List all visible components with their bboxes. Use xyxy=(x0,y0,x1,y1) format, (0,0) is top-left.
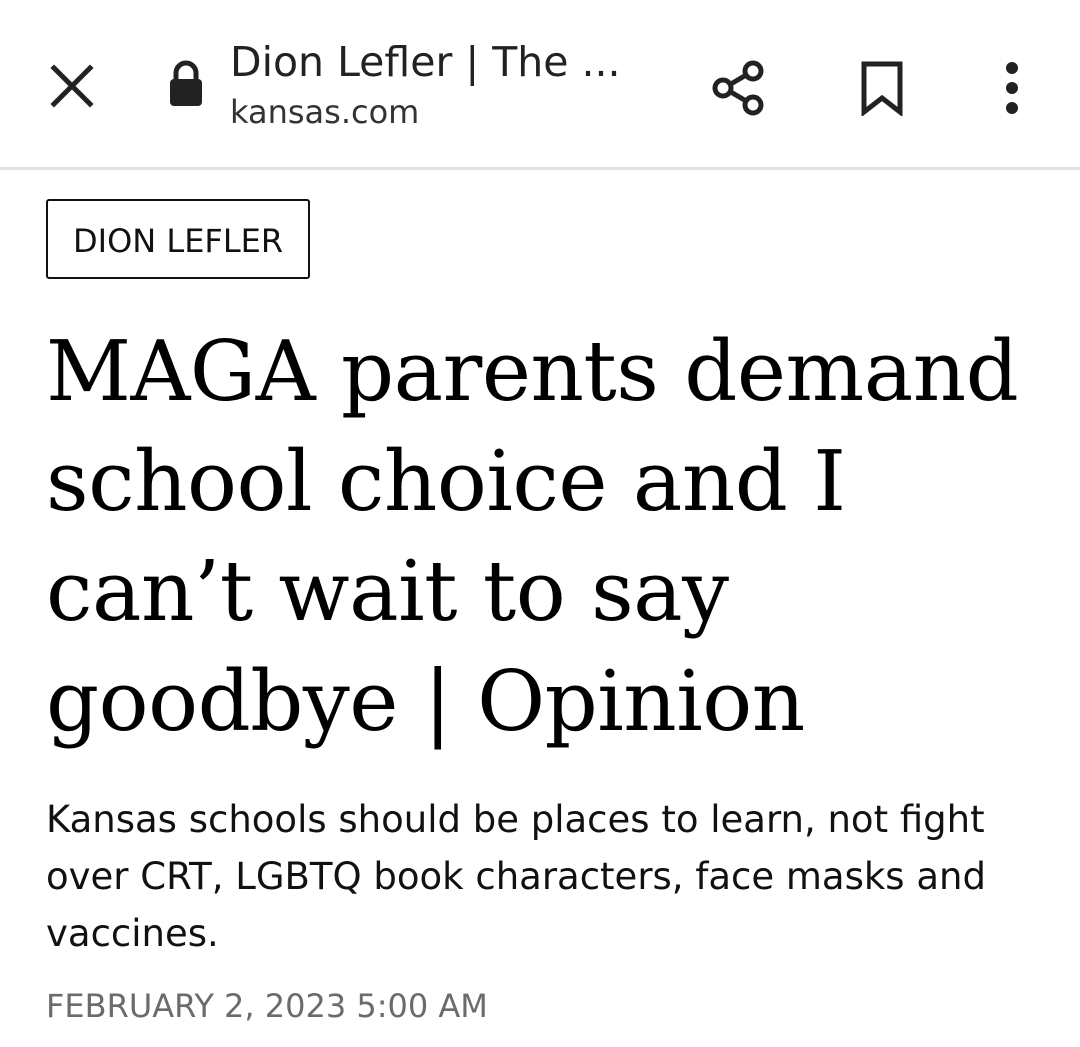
close-button[interactable] xyxy=(40,54,104,118)
close-icon xyxy=(50,64,94,108)
article-summary: Kansas schools should be places to learn… xyxy=(46,798,986,955)
more-vert-icon xyxy=(1006,62,1018,114)
page-domain: kansas.com xyxy=(230,93,420,131)
more-options-button[interactable] xyxy=(984,50,1040,126)
share-icon xyxy=(712,60,764,116)
dateline: FEBRUARY 2, 2023 5:00 AM xyxy=(46,987,488,1025)
lock-icon xyxy=(166,60,206,110)
browser-toolbar: Dion Lefler | The ... kansas.com xyxy=(0,0,1080,170)
author-tag[interactable]: DION LEFLER xyxy=(46,199,311,279)
page-title: Dion Lefler | The ... xyxy=(230,38,621,86)
bookmark-button[interactable] xyxy=(846,50,918,126)
headline: MAGA parents demand school choice and I … xyxy=(46,323,1019,750)
share-button[interactable] xyxy=(700,50,776,126)
bookmark-icon xyxy=(861,61,903,116)
article: DION LEFLER MAGA parents demand school c… xyxy=(46,199,1036,1026)
page-info[interactable]: Dion Lefler | The ... kansas.com xyxy=(230,36,650,132)
